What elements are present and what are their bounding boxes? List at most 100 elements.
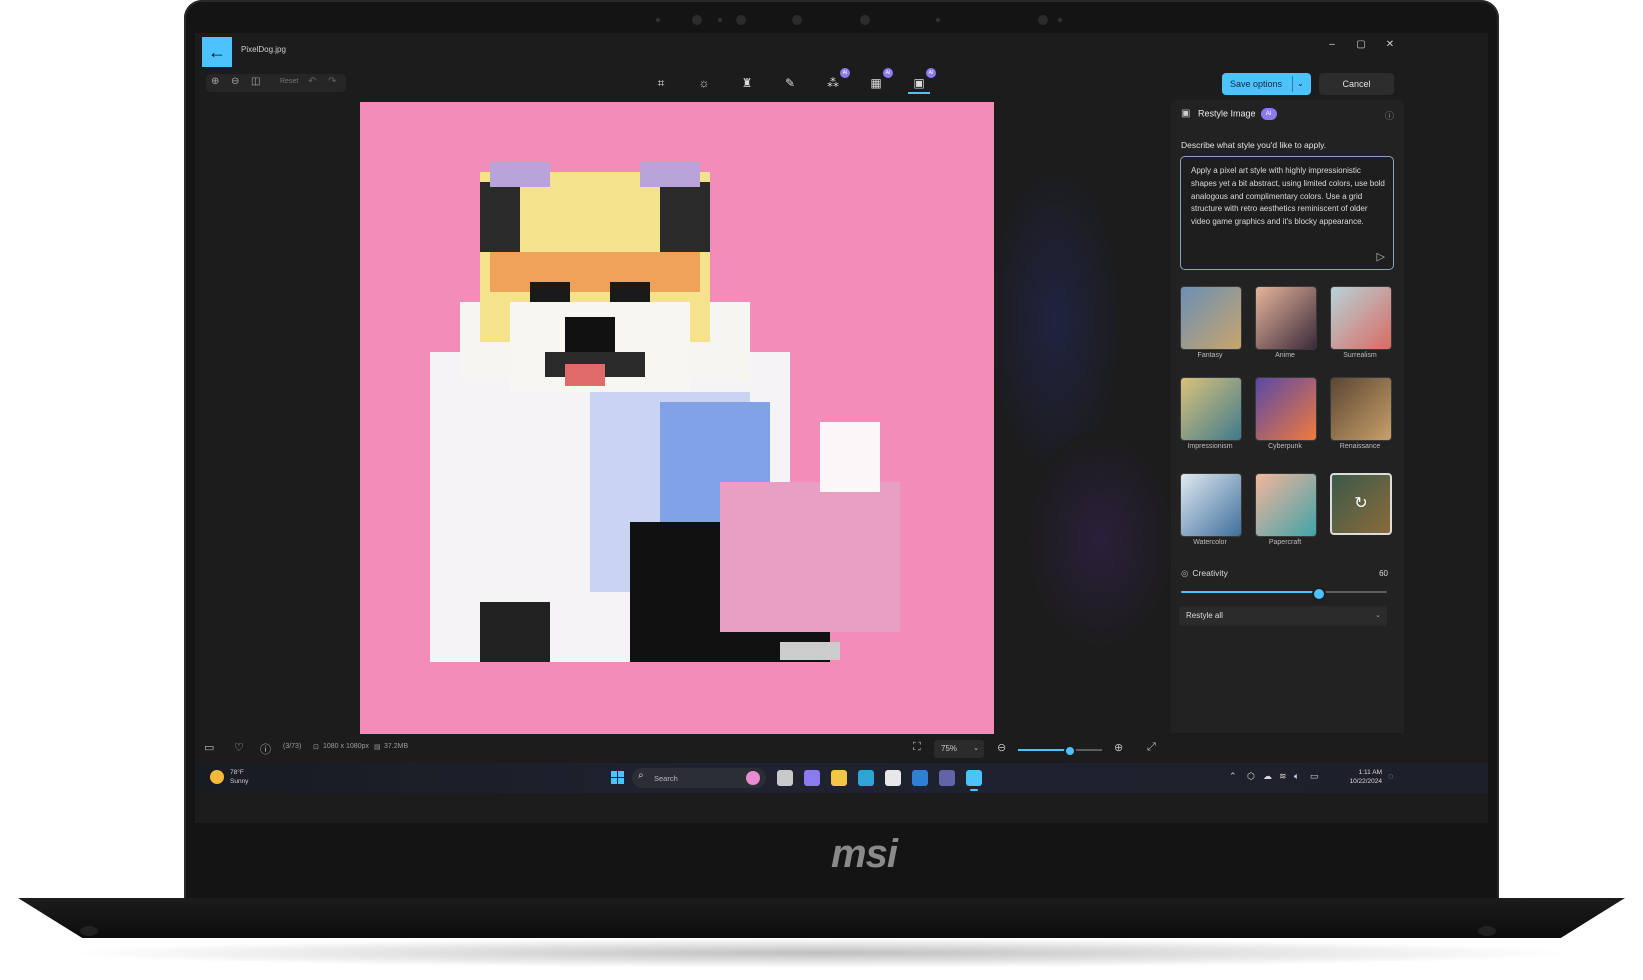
task-view-app[interactable] bbox=[777, 770, 793, 786]
weather-sun-icon[interactable] bbox=[210, 770, 224, 784]
clock-date[interactable]: 10/22/2024 bbox=[1332, 778, 1382, 785]
edited-image[interactable] bbox=[360, 102, 994, 734]
edge-app[interactable] bbox=[858, 770, 874, 786]
reset-button[interactable]: Reset bbox=[280, 78, 298, 85]
windows-logo-tile bbox=[611, 771, 617, 777]
zoom-dropdown[interactable]: 75% ⌄ bbox=[934, 740, 984, 758]
battery-icon[interactable]: ▭ bbox=[1310, 771, 1319, 782]
tool-button[interactable]: ♜ bbox=[736, 72, 758, 94]
style-option[interactable]: ↻ bbox=[1330, 473, 1392, 557]
image-index: (3/73) bbox=[283, 743, 302, 750]
style-option[interactable]: Watercolor bbox=[1180, 473, 1242, 557]
brand-logo: msi bbox=[831, 832, 898, 876]
tool-button[interactable]: ⌗ bbox=[650, 72, 672, 94]
style-option[interactable]: Surrealism bbox=[1330, 286, 1392, 370]
search-highlight-icon bbox=[746, 771, 760, 785]
info-icon[interactable]: ⓘ bbox=[1385, 109, 1394, 122]
panel-title: Restyle Image bbox=[1198, 108, 1256, 119]
style-option[interactable]: Fantasy bbox=[1180, 286, 1242, 370]
tool-button[interactable]: ▣ AI bbox=[908, 68, 936, 94]
ai-badge: AI bbox=[883, 68, 893, 78]
back-button[interactable]: ← bbox=[202, 37, 232, 67]
chevron-down-icon: ⌄ bbox=[973, 745, 979, 752]
style-option[interactable]: Papercraft bbox=[1255, 473, 1317, 557]
copilot-app[interactable] bbox=[804, 770, 820, 786]
compare-icon[interactable]: ◫ bbox=[251, 76, 260, 87]
style-thumbnail bbox=[1330, 286, 1392, 350]
markup-icon: ✎ bbox=[784, 76, 796, 90]
send-icon[interactable]: ▷ bbox=[1377, 250, 1385, 263]
zoom-slider[interactable] bbox=[1018, 745, 1102, 757]
style-name: Fantasy bbox=[1197, 352, 1223, 359]
cancel-button[interactable]: Cancel bbox=[1319, 73, 1394, 95]
zoom-out-icon[interactable]: ⊖ bbox=[997, 741, 1006, 754]
minimize-button[interactable]: – bbox=[1323, 39, 1341, 50]
edit-toolbar: ⊕ ⊖ ◫ Reset ↶ ↷ ⌗ ☼ ♜ ✎ ⁂ AI ▦ AI ▣ AI Save optio… bbox=[195, 68, 1488, 97]
tool-button[interactable]: ✎ bbox=[779, 72, 801, 94]
favorite-icon[interactable]: ♡ bbox=[234, 741, 244, 754]
volume-icon[interactable]: 🔈︎ bbox=[1294, 771, 1299, 782]
style-thumbnail bbox=[1180, 473, 1242, 537]
undo-icon[interactable]: ↶ bbox=[308, 76, 316, 87]
fit-to-window-icon[interactable]: ⛶ bbox=[913, 741, 921, 754]
chevron-up-icon[interactable]: ⌃ bbox=[1229, 771, 1237, 782]
zoom-in-icon[interactable]: ⊕ bbox=[1114, 741, 1123, 754]
windows-logo-tile bbox=[618, 778, 624, 784]
taskbar: 78°F Sunny ⌕ Search ⌃ ⬡ ☁ ≋ 🔈︎ ▭ 1:11 AM… bbox=[195, 763, 1488, 793]
start-button[interactable] bbox=[611, 771, 625, 785]
sensor-dot bbox=[1058, 18, 1062, 22]
crop-icon: ⌗ bbox=[657, 76, 665, 90]
search-icon: ⌕ bbox=[638, 770, 644, 781]
restyle-scope-dropdown[interactable]: Restyle all ⌄ bbox=[1179, 606, 1387, 626]
maximize-button[interactable]: ▢ bbox=[1352, 39, 1370, 50]
style-thumbnail bbox=[1180, 377, 1242, 441]
prompt-text[interactable]: Apply a pixel art style with highly impr… bbox=[1191, 165, 1387, 229]
erase-icon: ⁂ bbox=[827, 76, 839, 90]
creativity-slider[interactable] bbox=[1181, 587, 1387, 601]
store-app[interactable] bbox=[885, 770, 901, 786]
power-automate-app[interactable] bbox=[912, 770, 928, 786]
panel-header: ▣ Restyle Image AI bbox=[1181, 108, 1277, 124]
notification-bell-icon[interactable]: ◌ bbox=[1388, 771, 1393, 781]
network-icon[interactable]: ⬡ bbox=[1247, 771, 1255, 782]
zoom-slider-thumb[interactable] bbox=[1064, 745, 1077, 757]
slider-fill bbox=[1181, 591, 1320, 593]
photos-app[interactable] bbox=[966, 770, 982, 791]
prompt-input[interactable]: Apply a pixel art style with highly impr… bbox=[1180, 156, 1394, 270]
weather-condition[interactable]: Sunny bbox=[230, 778, 248, 785]
creativity-icon: ◎ bbox=[1181, 568, 1189, 578]
tool-button[interactable]: ▦ AI bbox=[865, 68, 893, 94]
close-button[interactable]: ✕ bbox=[1381, 39, 1399, 50]
refresh-icon[interactable]: ↻ bbox=[1332, 493, 1390, 513]
restyle-icon: ▣ bbox=[1181, 108, 1191, 120]
style-option[interactable]: Cyberpunk bbox=[1255, 377, 1317, 461]
wifi-icon[interactable]: ≋ bbox=[1279, 771, 1287, 782]
screen: ← PixelDog.jpg – ▢ ✕ ⊕ ⊖ ◫ Reset ↶ ↷ ⌗ ☼ ♜… bbox=[195, 33, 1488, 823]
tool-button[interactable]: ⁂ AI bbox=[822, 68, 850, 94]
chevron-down-icon[interactable]: ⌄ bbox=[1297, 73, 1304, 95]
resolution-icon: ⊡ bbox=[313, 744, 319, 751]
zoom-out-icon[interactable]: ⊖ bbox=[231, 76, 239, 87]
cloud-icon[interactable]: ☁ bbox=[1263, 771, 1272, 782]
taskbar-search[interactable]: ⌕ Search bbox=[632, 768, 766, 788]
teams-app[interactable] bbox=[939, 770, 955, 786]
full-screen-icon[interactable]: ⤢ bbox=[1147, 741, 1156, 754]
clock-time[interactable]: 1:11 AM bbox=[1332, 769, 1382, 776]
style-thumbnail bbox=[1255, 286, 1317, 350]
background-glow bbox=[1025, 431, 1175, 651]
zoom-in-icon[interactable]: ⊕ bbox=[211, 76, 219, 87]
sensor-dot bbox=[718, 18, 722, 22]
style-thumbnail: ↻ bbox=[1330, 473, 1392, 535]
filmstrip-icon[interactable]: ▭ bbox=[204, 741, 214, 754]
save-options-button[interactable]: Save options ⌄ bbox=[1222, 73, 1311, 95]
style-option[interactable]: Anime bbox=[1255, 286, 1317, 370]
file-explorer-app[interactable] bbox=[831, 770, 847, 786]
redo-icon[interactable]: ↷ bbox=[328, 76, 336, 87]
tool-button[interactable]: ☼ bbox=[693, 72, 715, 94]
info-icon[interactable]: ⓘ bbox=[260, 741, 271, 757]
style-option[interactable]: Impressionism bbox=[1180, 377, 1242, 461]
weather-temperature[interactable]: 78°F bbox=[230, 769, 244, 776]
slider-thumb[interactable] bbox=[1312, 587, 1327, 601]
ai-badge: AI bbox=[1260, 108, 1277, 120]
style-option[interactable]: Renaissance bbox=[1330, 377, 1392, 461]
